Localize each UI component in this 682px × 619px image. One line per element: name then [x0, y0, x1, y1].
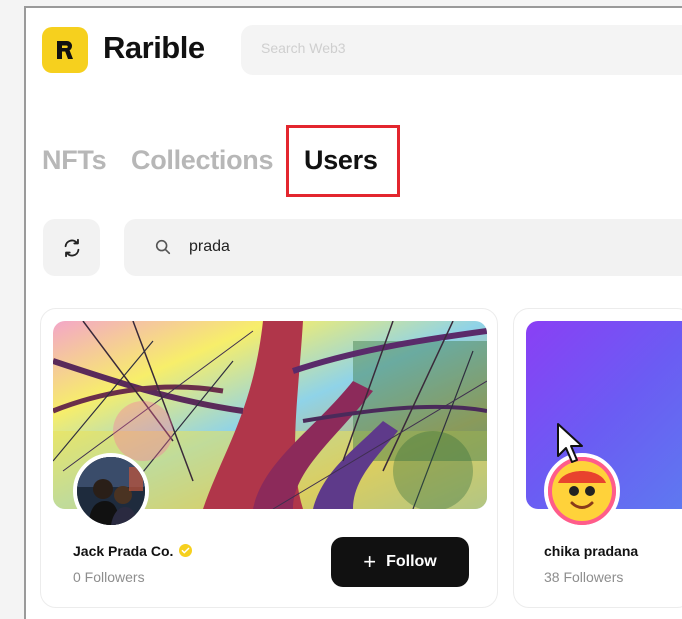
refresh-button[interactable] — [43, 219, 100, 276]
user-search-bar[interactable] — [124, 219, 682, 276]
plus-icon: + — [363, 549, 377, 574]
search-icon — [155, 239, 171, 255]
follow-label: Follow — [386, 553, 437, 570]
user-search-input[interactable] — [187, 237, 611, 257]
brand-name[interactable]: Rarible — [103, 30, 205, 66]
user-name[interactable]: Jack Prada Co. — [73, 543, 193, 559]
tab-collections[interactable]: Collections — [131, 145, 274, 176]
user-name[interactable]: chika pradana — [544, 543, 638, 559]
follower-count: 0 Followers — [73, 569, 145, 585]
tab-nfts[interactable]: NFTs — [42, 145, 107, 176]
user-avatar — [73, 453, 149, 529]
follower-count: 38 Followers — [544, 569, 624, 585]
refresh-icon — [64, 238, 79, 257]
follow-button[interactable]: + Follow — [331, 537, 469, 587]
user-name-text: Jack Prada Co. — [73, 543, 174, 559]
highlight-box — [286, 125, 400, 197]
global-search-bar[interactable] — [241, 25, 682, 75]
verified-badge-icon — [179, 544, 193, 557]
rarible-logo-icon[interactable] — [42, 27, 88, 73]
global-search-input[interactable] — [259, 39, 663, 57]
mouse-pointer-icon — [557, 423, 583, 463]
user-card[interactable]: chika pradana 38 Followers — [513, 308, 682, 608]
window-top-edge — [24, 0, 682, 8]
window-left-edge — [0, 0, 26, 619]
user-card[interactable]: Jack Prada Co. 0 Followers + Follow — [40, 308, 498, 608]
